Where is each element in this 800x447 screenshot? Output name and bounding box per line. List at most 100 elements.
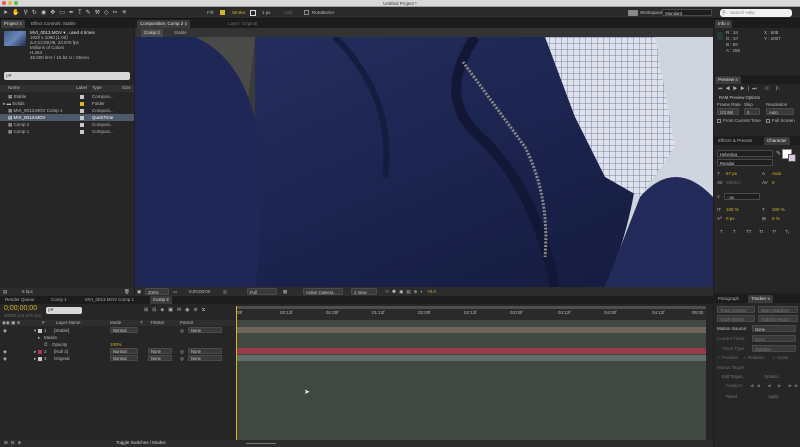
hand-tool-icon[interactable]: ✋	[12, 10, 23, 16]
masks-expand[interactable]: ▸	[38, 334, 40, 341]
layer-bar-1[interactable]	[236, 327, 706, 333]
tab-preview[interactable]: Preview ≡	[715, 76, 741, 84]
project-item[interactable]: ▦ Stable Composi...	[0, 93, 134, 100]
timecode-display[interactable]: 0;00;00;00	[189, 289, 210, 295]
all-caps-button[interactable]: TT	[746, 229, 752, 235]
stopwatch-icon[interactable]: ⏱	[44, 341, 48, 348]
mask-tool-icon[interactable]: ▭	[59, 10, 69, 16]
project-item[interactable]: ▦ Comp 1 Composi...	[0, 128, 134, 135]
tab-paragraph[interactable]: Paragraph	[715, 295, 742, 303]
options-button[interactable]: Options...	[762, 373, 792, 380]
time-ruler[interactable]: 00f 00:12f 01:00f 01:12f 02:00f 02:12f 0…	[236, 306, 706, 320]
stroke-swatch[interactable]	[250, 10, 256, 16]
layer-bar-2[interactable]	[236, 348, 706, 354]
track-motion-button[interactable]: Track Motion	[717, 315, 755, 322]
snapshot-icon[interactable]: ◎	[223, 289, 227, 295]
kerning-value[interactable]: Metrics	[726, 180, 741, 186]
col-label[interactable]: Label	[76, 85, 87, 91]
workspace-snap-icon[interactable]	[628, 10, 638, 16]
label-color[interactable]	[38, 356, 42, 361]
leading-value[interactable]: Auto	[772, 171, 781, 177]
tab-effects-presets[interactable]: Effects & Presets	[715, 137, 755, 145]
transport-controls[interactable]: ⏮◀▶▶|⏭ ◁ ▷	[718, 86, 783, 92]
col-size[interactable]: Size	[122, 85, 131, 91]
layer-bar-3[interactable]	[236, 355, 706, 361]
rotation-checkbox[interactable]: ✓ Rotation	[743, 355, 765, 361]
tab-project[interactable]: Project ≡	[1, 20, 25, 28]
label-color[interactable]	[38, 328, 42, 333]
help-search[interactable]: ⚲ Search Help	[720, 9, 792, 17]
mode-select-layer1[interactable]: Normal	[110, 327, 138, 333]
time-graph[interactable]: ➤	[236, 306, 706, 440]
tab-layer[interactable]: Layer: Original	[225, 20, 260, 28]
footer-icons[interactable]: ⊞⊟⊕	[4, 440, 24, 446]
expand-toggle[interactable]: ▸	[34, 348, 36, 355]
tab-info[interactable]: Info ≡	[715, 20, 733, 28]
resolution-select[interactable]: Full	[247, 288, 277, 295]
tab-composition[interactable]: Composition: Comp 2 ≡	[137, 20, 191, 28]
view-layout-select[interactable]: 1 View	[351, 288, 377, 295]
exposure-value[interactable]: +0.0	[427, 289, 436, 295]
parent-icon[interactable]: ◎	[180, 327, 184, 334]
minimize-button[interactable]	[8, 1, 12, 5]
zoom-tool-icon[interactable]: ⚲	[24, 10, 32, 16]
trash-icon[interactable]: 🗑	[124, 289, 130, 295]
zoom-button[interactable]	[14, 1, 18, 5]
work-area-bar[interactable]	[236, 306, 706, 309]
faux-italic-button[interactable]: T	[733, 229, 736, 235]
parent-select[interactable]: None	[188, 348, 222, 354]
fill-swatch[interactable]	[220, 10, 225, 15]
apply-button[interactable]: Apply	[766, 393, 792, 400]
timeline-timecode[interactable]: 0;00;00;00	[4, 305, 37, 313]
visibility-icon[interactable]: ◉	[3, 355, 7, 362]
font-select[interactable]: Helvetica	[717, 150, 773, 157]
workspace-select[interactable]: Standard	[662, 9, 712, 16]
layer-row-2[interactable]: ◉ ▸ 2 [Null 2] Normal None ◎ None	[0, 348, 235, 355]
mode-select[interactable]: Normal	[110, 348, 138, 354]
project-item[interactable]: ▦ Comp 2 Composi...	[0, 121, 134, 128]
skip-select[interactable]: 0	[744, 108, 760, 115]
parent-icon[interactable]: ◎	[180, 355, 184, 362]
parent-icon[interactable]: ◎	[180, 348, 184, 355]
layer-name[interactable]: [Null 2]	[54, 348, 68, 355]
superscript-button[interactable]: T¹	[772, 229, 776, 235]
layer-name[interactable]: Original	[54, 355, 70, 362]
stabilize-motion-button[interactable]: Stabilize Motion	[758, 315, 798, 322]
layer-row-3[interactable]: ◉ ▸ 3 Original Normal None ◎ None	[0, 355, 235, 362]
ram-preview-options[interactable]: RAM Preview Options	[717, 94, 789, 101]
warp-stabilizer-button[interactable]: Warp Stabilizer	[758, 306, 798, 313]
toggle-switches-modes[interactable]: Toggle Switches / Modes	[116, 440, 166, 446]
opacity-row[interactable]: ⏱ Opacity 100%	[0, 341, 235, 348]
subtab-comp2[interactable]: Comp 2	[141, 29, 163, 37]
tab-effect-controls[interactable]: Effect Controls: Stable	[28, 20, 79, 28]
visibility-icon[interactable]: ◉	[3, 327, 7, 334]
expand-toggle[interactable]: ▾	[34, 327, 36, 334]
eyedropper-icon[interactable]: ✎	[776, 150, 781, 157]
zoom-slider[interactable]	[246, 443, 276, 444]
masks-row[interactable]: ▸ Masks	[0, 334, 235, 341]
layer-search-input[interactable]: ρ▾	[46, 307, 82, 314]
track-camera-button[interactable]: Track Camera	[717, 306, 755, 313]
vscale-value[interactable]: 100 %	[726, 207, 739, 213]
label-color[interactable]	[38, 349, 42, 354]
interpret-footage-icon[interactable]: ▤	[3, 289, 7, 295]
safe-margins-icon[interactable]: ▭	[173, 289, 177, 295]
region-icon[interactable]: ▦	[283, 289, 287, 295]
trkmat-select[interactable]: None	[148, 348, 172, 354]
expand-toggle[interactable]: ▸	[34, 355, 36, 362]
col-layer-name[interactable]: Layer Name	[56, 320, 81, 326]
select-tool-icon[interactable]: ➤	[3, 10, 12, 16]
type-tool-icon[interactable]: T	[78, 10, 86, 16]
parent-select[interactable]: None	[188, 327, 222, 333]
parent-select[interactable]: None	[188, 355, 222, 361]
subtab-stable[interactable]: Stable	[171, 29, 190, 37]
pan-tool-icon[interactable]: ✥	[50, 10, 59, 16]
project-search-input[interactable]: ρ▾	[4, 72, 130, 80]
tab-mvi-comp1[interactable]: MVI_0013.MOV Comp 1	[82, 296, 137, 304]
timeline-switch-icons[interactable]: ⊞⊟◈▣✉◉⊘⧖	[144, 307, 209, 313]
tab-character[interactable]: Character	[764, 137, 790, 145]
stroke-width[interactable]: 1 px	[262, 10, 271, 16]
motion-source-select[interactable]: None	[752, 325, 796, 332]
from-current-checkbox[interactable]	[717, 119, 721, 123]
faux-bold-button[interactable]: T	[720, 229, 723, 235]
